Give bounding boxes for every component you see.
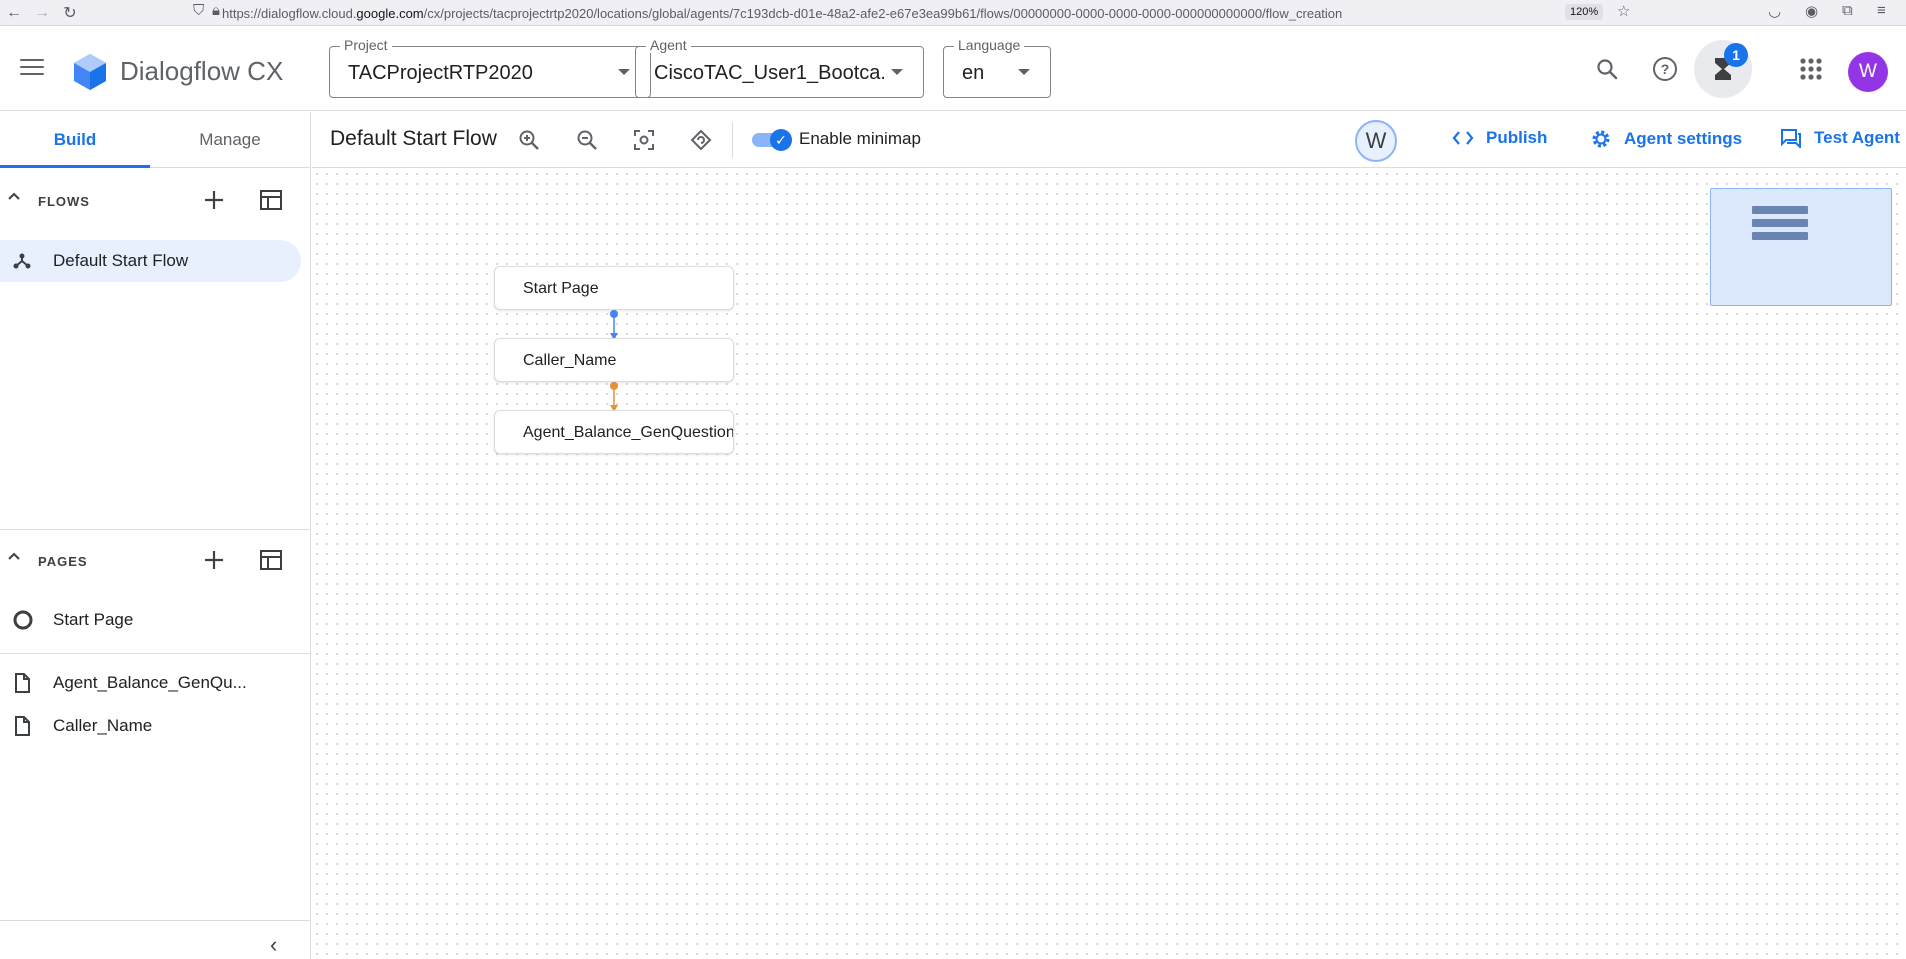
language-select[interactable]: Language en (943, 37, 1051, 98)
add-page-icon[interactable] (200, 546, 228, 574)
url-domain: google.com (356, 5, 424, 21)
flows-title: FLOWS (38, 194, 90, 209)
section-divider (0, 653, 311, 654)
minimap-node (1752, 206, 1808, 214)
minimap-toggle-label: Enable minimap (799, 129, 921, 148)
tab-manage[interactable]: Manage (155, 112, 305, 168)
section-divider (0, 920, 311, 921)
edge-dot (610, 382, 618, 390)
pages-title: PAGES (38, 554, 88, 569)
add-flow-icon[interactable] (200, 186, 228, 214)
minimap-toggle[interactable]: ✓ (752, 129, 792, 151)
svg-text:?: ? (1661, 61, 1670, 77)
tab-build[interactable]: Build (0, 112, 150, 168)
flow-title: Default Start Flow (330, 127, 497, 150)
url-suffix: /cx/projects/tacprojectrtp2020/locations… (423, 5, 1343, 21)
agent-select-label: Agent (646, 37, 691, 53)
reload-icon[interactable]: ↻ (56, 3, 84, 23)
account-icon[interactable]: ◉ (1805, 2, 1818, 20)
active-tab-indicator (0, 165, 150, 168)
reset-layout-icon[interactable] (687, 126, 715, 154)
check-icon: ✓ (770, 129, 792, 151)
zoom-out-icon[interactable] (573, 126, 601, 154)
minimap[interactable] (1710, 188, 1892, 306)
page-item-label: Agent_Balance_GenQu... (53, 673, 247, 692)
search-icon[interactable] (1593, 55, 1621, 83)
browser-toolbar: ← → ↻ ⛉ 🔒︎ https://dialogflow.cloud.goog… (0, 0, 1906, 26)
project-select-value: TACProjectRTP2020 (348, 62, 533, 84)
shield-icon[interactable]: ⛉ (193, 2, 204, 19)
page-item-label: Caller_Name (53, 716, 153, 735)
sidebar-item-start-page[interactable]: Start Page (0, 600, 311, 640)
agent-settings-button[interactable]: Agent settings (1590, 128, 1742, 150)
minimap-node (1752, 232, 1808, 240)
project-select[interactable]: Project TACProjectRTP2020 (329, 37, 651, 98)
section-divider (0, 529, 311, 530)
table-view-icon[interactable] (257, 186, 285, 214)
language-select-value: en (962, 62, 985, 84)
product-name: Dialogflow CX (120, 56, 284, 86)
agent-select-value: CiscoTAC_User1_Bootca... (654, 62, 884, 84)
bookmark-star-icon[interactable]: ☆ (1617, 2, 1630, 20)
back-icon[interactable]: ← (0, 4, 28, 22)
minimap-node (1752, 219, 1808, 227)
chat-icon (1780, 128, 1802, 148)
fit-to-screen-icon[interactable] (630, 126, 658, 154)
sidebar-item-page[interactable]: Agent_Balance_GenQu... (0, 663, 311, 703)
flow-node-start-page[interactable]: Start Page (494, 266, 734, 310)
flow-toolbar: Default Start Flow ✓ Enable minimap W Pu… (312, 112, 1906, 168)
zoom-in-icon[interactable] (515, 126, 543, 154)
start-page-circle-icon (13, 610, 33, 630)
flow-canvas[interactable]: Start Page Caller_Name Agent_Balance_Gen… (312, 169, 1906, 959)
publish-label: Publish (1486, 128, 1548, 147)
dialogflow-logo-icon (74, 54, 106, 90)
chevron-up-icon[interactable] (8, 190, 20, 202)
main-menu-icon[interactable] (20, 59, 44, 77)
pocket-icon[interactable]: ◡ (1768, 2, 1781, 20)
publish-button[interactable]: Publish (1452, 128, 1547, 148)
flow-node-agent-balance[interactable]: Agent_Balance_GenQuestion (494, 410, 734, 454)
browser-menu-icon[interactable]: ≡ (1877, 2, 1886, 19)
language-select-label: Language (954, 37, 1025, 53)
sidebar-item-default-start-flow[interactable]: Default Start Flow (0, 240, 301, 282)
url-prefix: https://dialogflow.cloud. (222, 5, 357, 21)
zoom-level[interactable]: 120% (1565, 4, 1604, 20)
notification-badge: 1 (1724, 43, 1748, 67)
test-agent-button[interactable]: Test Agent (1780, 128, 1900, 148)
project-select-label: Project (340, 37, 392, 53)
code-icon (1452, 129, 1474, 147)
pages-section-header: PAGES (0, 532, 311, 592)
chevron-down-icon (618, 69, 630, 75)
gear-icon (1590, 128, 1612, 150)
page-item-label: Start Page (53, 610, 134, 629)
lock-icon[interactable]: 🔒︎ (212, 2, 220, 19)
extensions-icon[interactable]: ⧉ (1842, 2, 1853, 19)
flows-section-header: FLOWS (0, 172, 311, 232)
table-view-icon[interactable] (257, 546, 285, 574)
chevron-down-icon (891, 69, 903, 75)
sidebar: Build Manage FLOWS Default Start Flow PA… (0, 112, 311, 959)
edge-dot (610, 310, 618, 318)
toolbar-divider (732, 122, 733, 158)
collapse-sidebar-icon[interactable]: ‹ (270, 932, 277, 958)
agent-settings-label: Agent settings (1624, 129, 1743, 148)
app-header: Dialogflow CX Project TACProjectRTP2020 … (0, 27, 1906, 111)
page-icon (15, 716, 30, 736)
collaborator-avatar[interactable]: W (1355, 120, 1397, 162)
chevron-up-icon[interactable] (8, 550, 20, 562)
sidebar-tabs: Build Manage (0, 112, 311, 168)
help-icon[interactable]: ? (1651, 55, 1679, 83)
page-icon (15, 673, 30, 693)
address-bar[interactable]: https://dialogflow.cloud.google.com/cx/p… (222, 2, 1622, 24)
agent-select[interactable]: Agent CiscoTAC_User1_Bootca... (635, 37, 924, 98)
flow-node-caller-name[interactable]: Caller_Name (494, 338, 734, 382)
flow-icon (13, 253, 31, 269)
chevron-down-icon (1018, 69, 1030, 75)
user-avatar[interactable]: W (1848, 52, 1888, 92)
forward-icon[interactable]: → (28, 4, 56, 22)
apps-grid-icon[interactable] (1797, 55, 1825, 83)
test-agent-label: Test Agent (1814, 128, 1900, 147)
flow-item-label: Default Start Flow (53, 251, 189, 270)
sidebar-item-page[interactable]: Caller_Name (0, 706, 311, 746)
